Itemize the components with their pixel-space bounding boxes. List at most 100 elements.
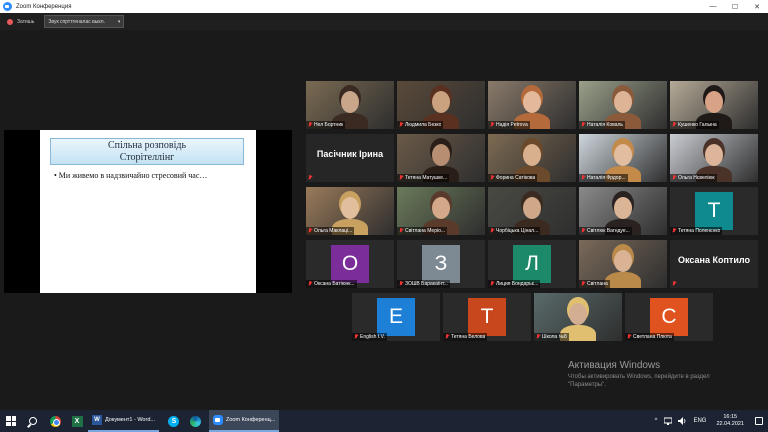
participant-silhouette-head xyxy=(614,250,632,272)
close-button[interactable]: ✕ xyxy=(746,0,768,13)
volume-icon[interactable] xyxy=(678,417,686,425)
notifications-icon[interactable] xyxy=(755,417,763,425)
mic-muted-icon xyxy=(581,122,585,128)
participant-name: Наталія Коваль xyxy=(587,122,624,128)
participant-tile[interactable]: C Светлана Плюта xyxy=(625,293,713,341)
mic-muted-icon xyxy=(581,281,585,287)
participant-tile[interactable]: T Тетяна Белова xyxy=(443,293,531,341)
mic-muted-icon xyxy=(308,228,312,234)
participant-avatar: E xyxy=(377,298,415,336)
minimize-button[interactable]: — xyxy=(702,0,724,13)
participant-tile[interactable]: Пасічник Ірина xyxy=(306,134,394,182)
participant-name-bar: Світлюк Вагндуе... xyxy=(579,227,632,235)
slide-title-line1: Спільна розповідь xyxy=(107,139,187,151)
participant-tile[interactable]: Тетяна Матушке... xyxy=(397,134,485,182)
participant-silhouette-head xyxy=(432,197,450,219)
zoom-taskbar-task[interactable]: Zoom Конференц... xyxy=(208,410,280,432)
participant-silhouette-head xyxy=(432,144,450,166)
shared-screen: Спільна розповідь Сторітеллінг • Ми живе… xyxy=(4,130,292,293)
participant-name-bar: Нел Бортник xyxy=(306,121,346,129)
edge-taskbar-button[interactable] xyxy=(185,410,207,432)
participant-tile[interactable]: З ЗОШВ Баракаїнт... xyxy=(397,240,485,288)
participant-name: Светлана Плюта xyxy=(633,334,672,340)
participant-tile[interactable]: T Тетяна Поленєнко xyxy=(670,187,758,235)
mic-muted-icon xyxy=(308,175,312,181)
meeting-status: Затишь xyxy=(17,18,35,25)
slide-title-line2: Сторітеллінг xyxy=(119,151,175,163)
participant-tile[interactable]: E English I.V. xyxy=(352,293,440,341)
clock-date: 22.04.2021 xyxy=(716,421,744,427)
participant-name-bar: Надія Petrova xyxy=(488,121,530,129)
chevron-down-icon: ▾ xyxy=(117,18,121,25)
participant-tile[interactable]: Кушенко Галына xyxy=(670,81,758,129)
zoom-icon xyxy=(212,415,223,425)
slide-bullet: • Ми живемо в надзвичайно стресовий час… xyxy=(54,171,208,180)
title-bar: Zoom Конференция — ☐ ✕ xyxy=(0,0,768,13)
mic-muted-icon xyxy=(672,281,676,287)
mic-muted-icon xyxy=(445,334,449,340)
participant-tile[interactable]: Світлюк Вагндуе... xyxy=(579,187,667,235)
meeting-toolbar: Затишь Звук спрттгеналас выкл. ▾ xyxy=(0,13,768,30)
windows-logo-icon xyxy=(6,416,16,426)
participant-tile[interactable]: Ольга Маклаці... xyxy=(306,187,394,235)
participant-name: Світлана Меріо... xyxy=(405,228,446,234)
mic-muted-icon xyxy=(672,122,676,128)
taskbar-clock[interactable]: 16:15 22.04.2021 xyxy=(716,414,744,428)
watermark-text: Чтобы активировать Windows, перейдите в … xyxy=(568,374,710,388)
excel-taskbar-button[interactable]: X xyxy=(66,410,88,432)
participant-tile[interactable]: Наталія Фрдор... xyxy=(579,134,667,182)
participant-tile[interactable]: Форина Сатікова xyxy=(488,134,576,182)
mic-muted-icon xyxy=(399,122,403,128)
chrome-taskbar-button[interactable] xyxy=(44,410,66,432)
participant-tile[interactable]: Чорбіцька Цінал... xyxy=(488,187,576,235)
participant-tile[interactable]: Л Лиция Бондарьє... xyxy=(488,240,576,288)
participant-name-bar: Лиция Бондарьє... xyxy=(488,280,541,288)
mic-muted-icon xyxy=(308,281,312,287)
participant-display-name: Пасічник Ірина xyxy=(316,149,384,159)
word-taskbar-task[interactable]: W Документ1 - Word... xyxy=(88,410,159,432)
participant-avatar: T xyxy=(695,192,733,230)
participant-tile[interactable]: O Оксана Батіюнк... xyxy=(306,240,394,288)
start-button[interactable] xyxy=(0,410,22,432)
participant-name: Ольга Маклаці... xyxy=(314,228,353,234)
participant-silhouette-head xyxy=(705,91,723,113)
participant-tile[interactable]: Надія Petrova xyxy=(488,81,576,129)
participant-silhouette-head xyxy=(523,144,541,166)
participant-name-bar: Людмила Безко xyxy=(397,121,444,129)
mic-muted-icon xyxy=(672,175,676,181)
mic-muted-icon xyxy=(536,334,540,340)
network-icon[interactable] xyxy=(664,417,673,425)
participant-name: Ольга Нєвеліюк xyxy=(678,175,715,181)
participant-name-bar: Тетяна Матушке... xyxy=(397,174,450,182)
participant-tile[interactable]: Оксана Коптило xyxy=(670,240,758,288)
participant-name: Людмила Безко xyxy=(405,122,442,128)
participant-name-bar: Кушенко Галына xyxy=(670,121,719,129)
mic-muted-icon xyxy=(490,175,494,181)
participant-silhouette-head xyxy=(705,144,723,166)
participant-name: Школа №8 xyxy=(542,334,567,340)
participant-tile[interactable]: Світлана Меріо... xyxy=(397,187,485,235)
mic-muted-icon xyxy=(399,228,403,234)
participant-tile[interactable]: Наталія Коваль xyxy=(579,81,667,129)
maximize-button[interactable]: ☐ xyxy=(724,0,746,13)
word-task-label: Документ1 - Word... xyxy=(105,417,155,423)
presentation-slide: Спільна розповідь Сторітеллінг • Ми живе… xyxy=(40,130,256,293)
audio-select[interactable]: Звук спрттгеналас выкл. ▾ xyxy=(44,15,125,28)
participant-avatar: O xyxy=(331,245,369,283)
participant-tile[interactable]: Нел Бортник xyxy=(306,81,394,129)
participant-name-bar: Светлана Плюта xyxy=(625,333,674,341)
skype-taskbar-button[interactable]: S xyxy=(163,410,185,432)
participant-name: English I.V. xyxy=(360,334,385,340)
participant-name: Світлана xyxy=(587,281,608,287)
participant-tile[interactable]: Світлана xyxy=(579,240,667,288)
participant-tile[interactable]: Людмила Безко xyxy=(397,81,485,129)
mic-muted-icon xyxy=(581,228,585,234)
participant-name: Світлюк Вагндуе... xyxy=(587,228,630,234)
tray-overflow-icon[interactable]: ^ xyxy=(655,418,658,424)
search-button[interactable] xyxy=(22,410,44,432)
input-language[interactable]: ENG xyxy=(693,418,706,424)
participant-avatar: T xyxy=(468,298,506,336)
participant-tile[interactable]: Ольга Нєвеліюк xyxy=(670,134,758,182)
participant-tile[interactable]: Школа №8 xyxy=(534,293,622,341)
windows-taskbar: X W Документ1 - Word... S Zoom Конференц… xyxy=(0,410,768,432)
